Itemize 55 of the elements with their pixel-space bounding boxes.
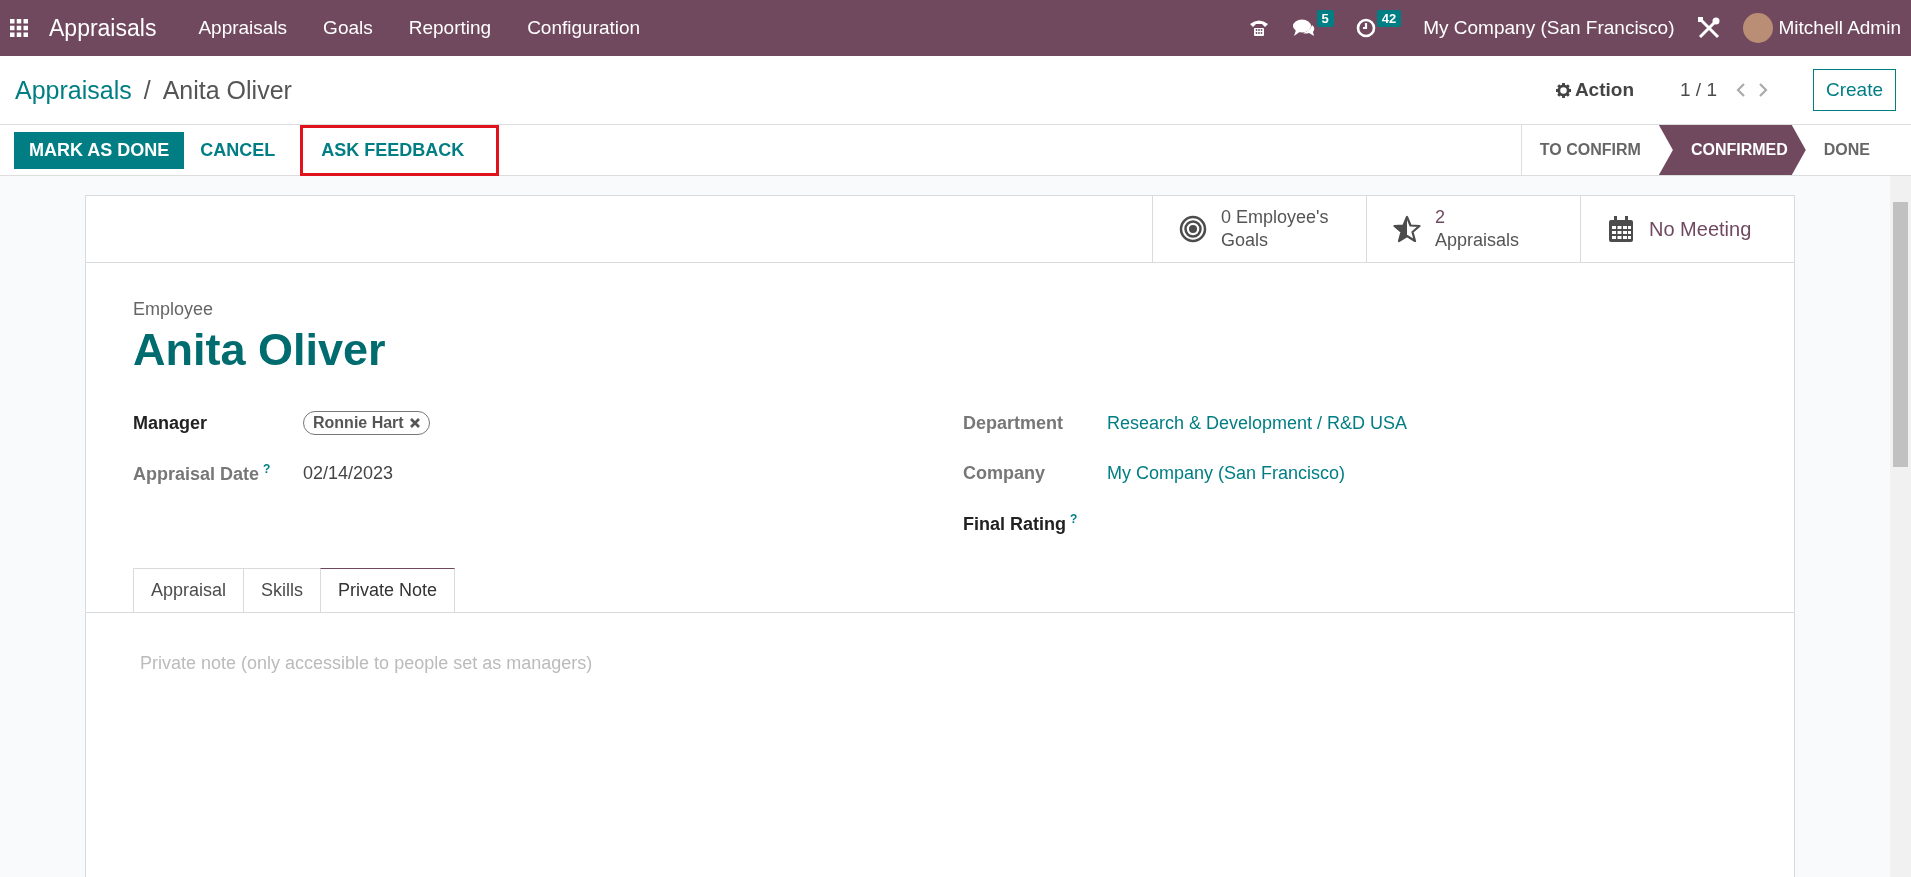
stat-label: Goals bbox=[1221, 229, 1270, 252]
status-stage[interactable]: DONE bbox=[1805, 125, 1888, 175]
field-label: Employee bbox=[133, 299, 215, 320]
field-link[interactable]: My Company (San Francisco) bbox=[1107, 462, 1346, 483]
help-tooltip[interactable]: ? bbox=[263, 461, 271, 476]
stat-label: Appraisals bbox=[1435, 229, 1520, 252]
company-switcher[interactable]: My Company (San Francisco) bbox=[1423, 17, 1675, 39]
tag-label: Ronnie Hart bbox=[313, 414, 404, 432]
status-stage[interactable]: CONFIRMED bbox=[1658, 125, 1806, 175]
employee-name: Anita Oliver bbox=[133, 324, 387, 376]
action-button[interactable]: ASK FEEDBACK bbox=[303, 127, 497, 173]
scrollbar[interactable] bbox=[1890, 176, 1911, 877]
scroll-thumb[interactable] bbox=[1893, 202, 1908, 467]
message-count-badge: 5 bbox=[1316, 10, 1334, 27]
field-link[interactable]: Research & Development / R&D USA bbox=[1107, 412, 1408, 433]
stat-value: No Meeting bbox=[1649, 217, 1752, 241]
smart-button[interactable]: 2 Appraisals bbox=[1366, 196, 1580, 262]
field-label: Company bbox=[963, 462, 1045, 483]
field-label: Appraisal Date bbox=[133, 463, 260, 484]
chat-icon[interactable] bbox=[1291, 18, 1316, 38]
stat-value: 0 Employee's bbox=[1221, 206, 1329, 229]
app-name[interactable]: Appraisals bbox=[49, 14, 157, 42]
half-star-icon bbox=[1393, 215, 1421, 243]
menu-item[interactable]: Configuration bbox=[509, 17, 659, 39]
field-label: Manager bbox=[133, 412, 208, 433]
avatar-circle bbox=[1742, 13, 1773, 43]
smart-button[interactable]: No Meeting bbox=[1580, 196, 1794, 262]
smart-button[interactable]: 0 Employee's Goals bbox=[1152, 196, 1366, 262]
field-label: Department bbox=[963, 412, 1064, 433]
stat-value: 2 bbox=[1435, 206, 1446, 229]
pager-value: 1 / 1 bbox=[1680, 79, 1717, 101]
tools-icon[interactable] bbox=[1696, 16, 1721, 40]
field-value: 02/14/2023 bbox=[303, 462, 394, 483]
activity-count-badge: 42 bbox=[1376, 10, 1402, 27]
menu-item[interactable]: Reporting bbox=[390, 17, 510, 39]
help-tooltip[interactable]: ? bbox=[1070, 511, 1078, 526]
primary-button[interactable]: MARK AS DONE bbox=[14, 131, 185, 169]
user-menu[interactable]: Mitchell Admin bbox=[1778, 17, 1901, 39]
app-grid-icon[interactable] bbox=[10, 19, 28, 37]
note-field[interactable]: Private note (only accessible to people set as managers) bbox=[85, 612, 1795, 877]
breadcrumb-current: Anita Oliver bbox=[162, 75, 292, 105]
gear-icon bbox=[1555, 82, 1571, 98]
action-button[interactable]: CANCEL bbox=[184, 131, 292, 169]
remove-icon[interactable] bbox=[409, 418, 420, 428]
calendar-icon bbox=[1607, 215, 1635, 243]
breadcrumb-link[interactable]: Appraisals bbox=[15, 75, 132, 105]
menu-item[interactable]: Appraisals bbox=[180, 17, 306, 39]
field-label: Final Rating bbox=[963, 513, 1066, 534]
breadcrumb-separator: / bbox=[143, 75, 151, 105]
clock-icon[interactable] bbox=[1355, 18, 1376, 38]
action-button[interactable]: Action bbox=[1555, 79, 1634, 101]
create-button[interactable]: Create bbox=[1812, 69, 1896, 111]
target-icon bbox=[1179, 215, 1207, 243]
status-stage[interactable]: TO CONFIRM bbox=[1521, 125, 1659, 175]
menu-item[interactable]: Goals bbox=[305, 17, 391, 39]
